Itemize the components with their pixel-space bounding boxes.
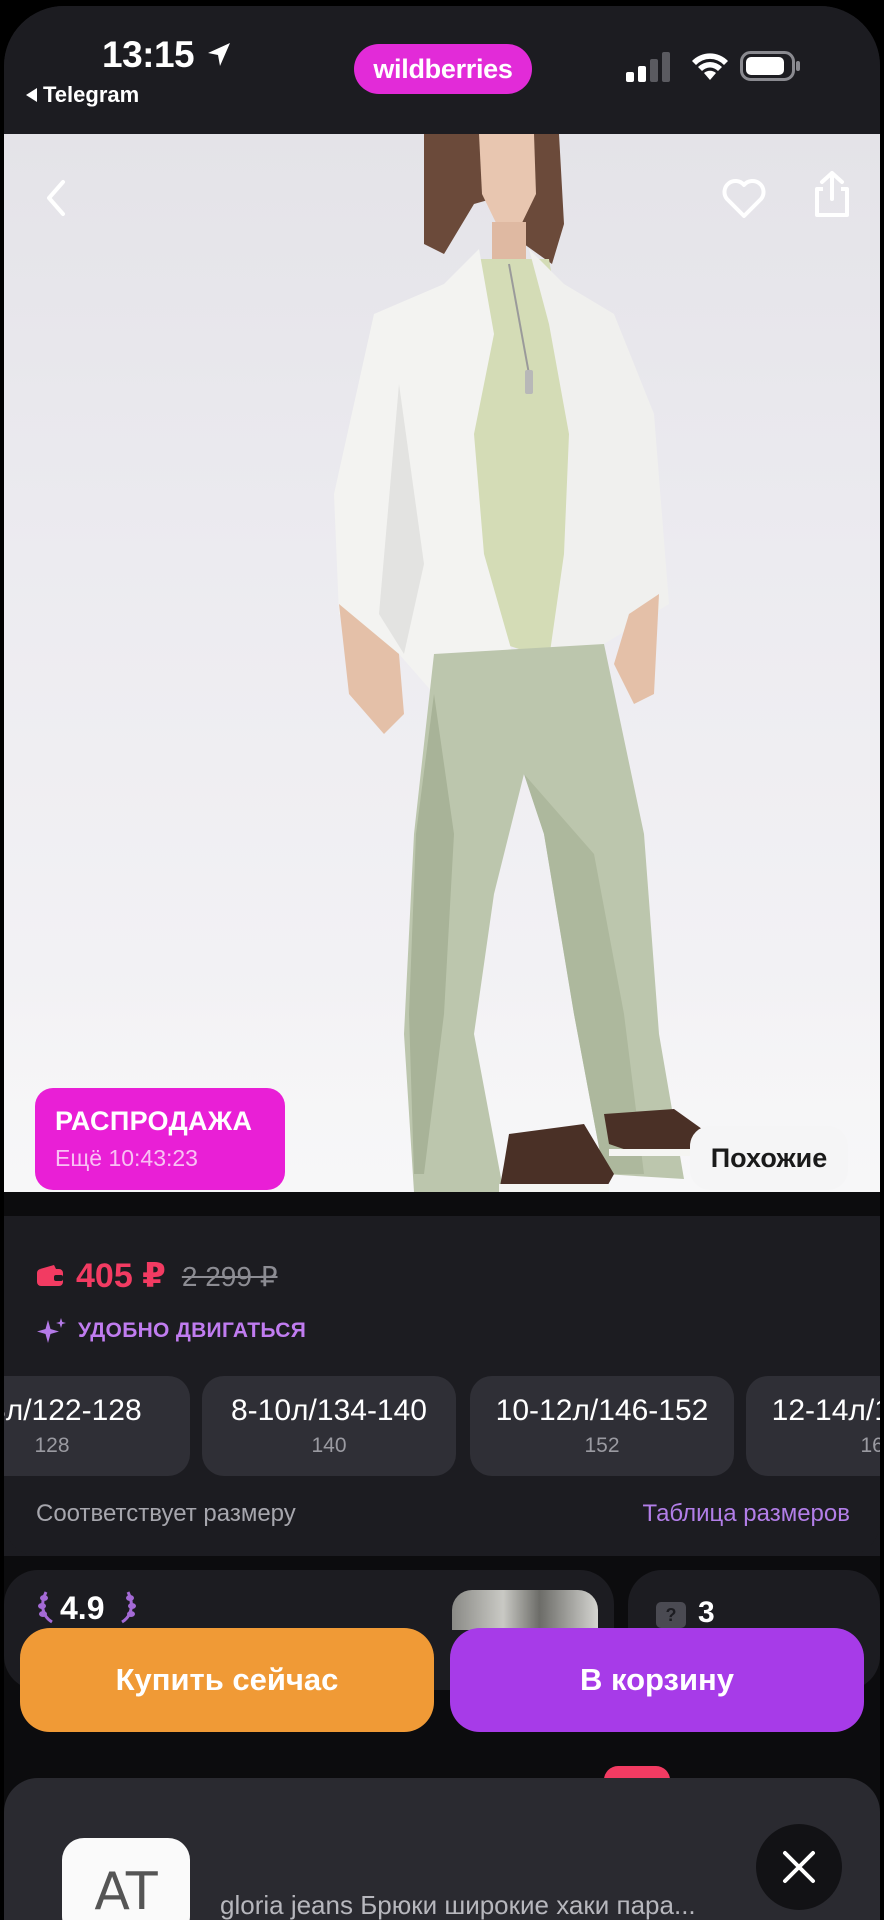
size-table-link[interactable]: Таблица размеров (643, 1500, 851, 1528)
sale-badge[interactable]: РАСПРОДАЖА Ещё 10:43:23 (35, 1088, 285, 1190)
share-icon (815, 171, 849, 217)
app-screen: 13:15 Telegram wildberries РАСПРОДАЖА Ещ… (4, 6, 880, 1920)
location-arrow-icon (208, 43, 230, 66)
app-thumbnail: AT (62, 1838, 190, 1920)
wallet-icon (37, 1265, 63, 1286)
size-option-label: 6-8л/122-128 (4, 1394, 142, 1427)
size-fit-note: Соответствует размеру (36, 1500, 296, 1527)
chevron-left-icon (47, 180, 65, 216)
buy-now-button[interactable]: Купить сейчас (20, 1628, 434, 1732)
size-option-height: 128 (34, 1434, 70, 1457)
size-option-height: 140 (311, 1434, 347, 1457)
product-info-card: 405 ₽ 2 299 ₽ УДОБНО ДВИГАТЬСЯ 6-8л/122-… (4, 1216, 880, 1556)
size-option[interactable]: 12-14л/158-164 164 (746, 1376, 880, 1476)
size-option-height: 152 (584, 1434, 620, 1457)
sale-badge-title: РАСПРОДАЖА (55, 1106, 253, 1136)
close-icon (783, 1851, 815, 1883)
battery-icon (740, 51, 800, 81)
phone-frame: 13:15 Telegram wildberries РАСПРОДАЖА Ещ… (0, 0, 884, 1920)
size-option-label: 8-10л/134-140 (231, 1394, 427, 1427)
mini-app-title: gloria jeans Брюки широкие хаки пара... (220, 1890, 696, 1920)
size-selector: 6-8л/122-128 128 8-10л/134-140 140 10-12… (4, 1376, 880, 1476)
favorite-button[interactable] (714, 168, 774, 228)
size-option[interactable]: 6-8л/122-128 128 (4, 1376, 190, 1476)
sale-badge-timer: Ещё 10:43:23 (55, 1145, 198, 1171)
size-option-height: 164 (860, 1434, 880, 1457)
price-row: 405 ₽ 2 299 ₽ (36, 1256, 278, 1296)
status-bar: 13:15 Telegram wildberries (4, 6, 880, 134)
sparkle-icon (37, 1318, 66, 1343)
similar-items-button[interactable]: Похожие (690, 1126, 848, 1190)
share-button[interactable] (802, 164, 862, 224)
add-to-cart-button[interactable]: В корзину (450, 1628, 864, 1732)
feature-tag-label: УДОБНО ДВИГАТЬСЯ (78, 1319, 307, 1342)
feature-tag[interactable]: УДОБНО ДВИГАТЬСЯ (36, 1316, 306, 1346)
brand-logo: wildberries (354, 44, 532, 94)
wifi-icon (692, 53, 728, 80)
back-app-label: Telegram (43, 82, 140, 107)
back-triangle-icon (26, 88, 37, 102)
size-option[interactable]: 8-10л/134-140 140 (202, 1376, 456, 1476)
current-price: 405 ₽ (76, 1257, 166, 1295)
heart-icon (722, 179, 766, 218)
product-photo[interactable]: РАСПРОДАЖА Ещё 10:43:23 Похожие (4, 134, 880, 1192)
size-option-label: 10-12л/146-152 (495, 1394, 709, 1427)
model-illustration (334, 134, 709, 1192)
status-time: 13:15 (102, 34, 195, 75)
cellular-signal-icon (626, 52, 670, 82)
close-button[interactable] (756, 1824, 842, 1910)
purchase-actions: Купить сейчас В корзину (4, 1618, 880, 1736)
mini-app-bar[interactable]: AT gloria jeans Брюки широкие хаки пара.… (4, 1778, 880, 1920)
back-button[interactable] (26, 168, 86, 228)
size-option-label: 12-14л/158-164 (771, 1394, 880, 1427)
section-divider (4, 1192, 880, 1216)
back-to-app-link[interactable]: Telegram (26, 82, 139, 108)
old-price: 2 299 ₽ (181, 1260, 278, 1292)
size-option[interactable]: 10-12л/146-152 152 (470, 1376, 734, 1476)
